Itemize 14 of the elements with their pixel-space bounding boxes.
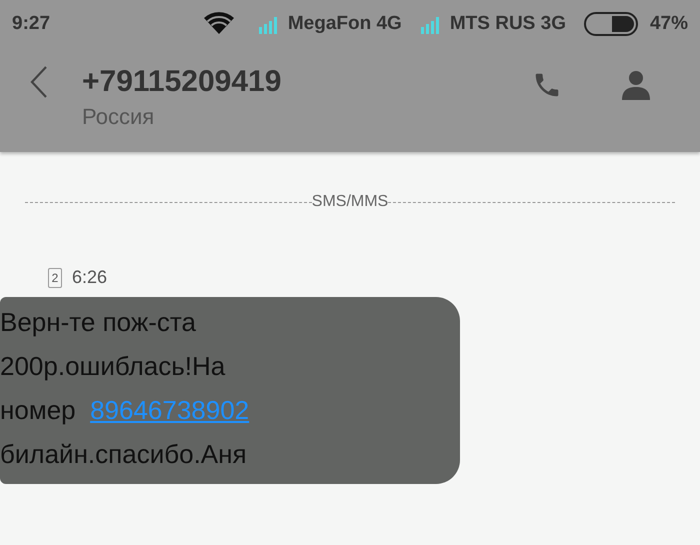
divider-label: SMS/MMS [312,192,388,212]
message-text: Верн-те пож-ста 200р.ошиблась!На номер 89646738902 билайн.спасибо.Аня [0,306,250,471]
battery-icon [584,12,638,36]
person-icon[interactable] [622,70,650,100]
carrier-name: MTS RUS 3G [450,12,566,36]
sim-icon: 2 [48,268,62,288]
battery-percent: 47% [650,12,688,36]
message-time: 6:26 [72,266,108,289]
contact-number: +79115209419 [82,64,282,100]
contact-location: Россия [82,103,156,131]
phone-link[interactable]: 89646738902 [90,395,250,425]
carrier-name: MegaFon 4G [288,12,402,36]
wifi-icon [204,12,234,36]
status-time: 9:27 [12,12,50,36]
